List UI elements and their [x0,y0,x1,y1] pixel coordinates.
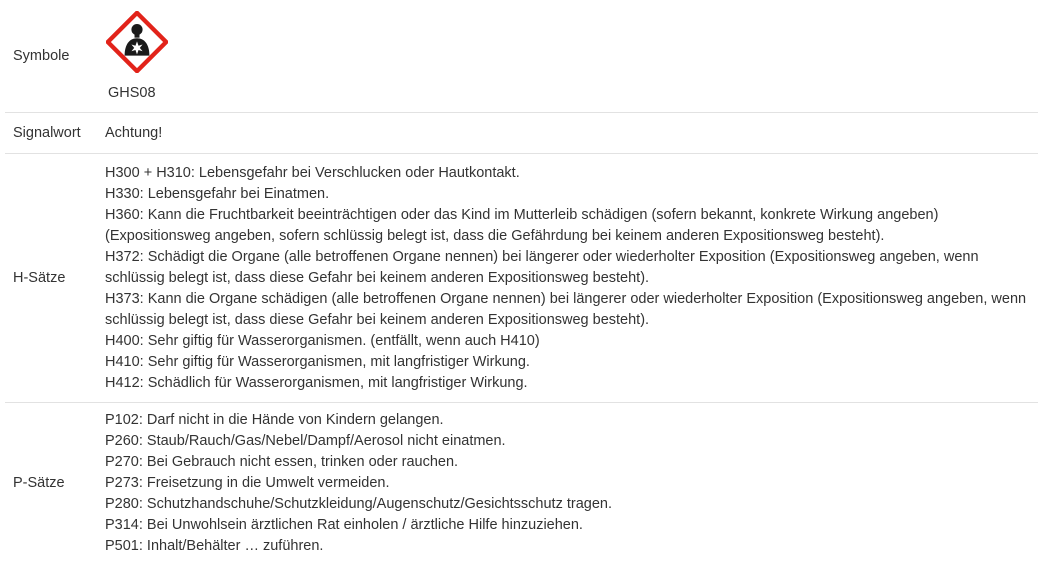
p-statement: P273: Freisetzung in die Umwelt vermeide… [105,474,390,491]
h-saetze-value: H300 + H310: Lebensgefahr bei Verschluck… [105,163,1038,394]
p-statement: P260: Staub/Rauch/Gas/Nebel/Dampf/Aeroso… [105,432,506,449]
row-label-h-saetze: H-Sätze [13,270,66,286]
ghs-caption: GHS08 [108,84,156,101]
p-statement: P501: Inhalt/Behälter … zuführen. [105,537,324,554]
row-h-saetze: H-Sätze H300 + H310: Lebensgefahr bei Ve… [5,154,1038,403]
h-statement: H400: Sehr giftig für Wasserorganismen. … [105,332,540,349]
h-statement-list: H300 + H310: Lebensgefahr bei Verschluck… [105,163,1038,394]
ghs08-health-hazard-icon [106,10,168,73]
row-p-saetze: P-Sätze P102: Darf nicht in die Hände vo… [5,403,1038,563]
p-statement: P102: Darf nicht in die Hände von Kinder… [105,411,444,428]
h-statement: H300 + H310: Lebensgefahr bei Verschluck… [105,164,520,181]
h-statement: H373: Kann die Organe schädigen (alle be… [105,290,1027,328]
p-statement: P270: Bei Gebrauch nicht essen, trinken … [105,453,459,470]
h-statement: H372: Schädigt die Organe (alle betroffe… [105,248,979,286]
h-statement: H410: Sehr giftig für Wasserorganismen, … [105,353,530,370]
symbol-cell: GHS08 [105,9,1038,104]
h-statement: H412: Schädlich für Wasserorganismen, mi… [105,374,528,391]
row-signalwort: Signalwort Achtung! [5,113,1038,154]
row-label-p-saetze: P-Sätze [13,475,65,491]
p-saetze-value: P102: Darf nicht in die Hände von Kinder… [105,410,1038,557]
h-statement: H360: Kann die Fruchtbarkeit beeinträcht… [105,206,939,244]
row-label-symbole: Symbole [13,48,70,64]
p-statement-list: P102: Darf nicht in die Hände von Kinder… [105,410,1038,557]
h-statement: H330: Lebensgefahr bei Einatmen. [105,185,330,202]
row-label-signalwort: Signalwort [13,125,81,141]
p-statement: P280: Schutzhandschuhe/Schutzkleidung/Au… [105,495,613,512]
row-symbole: Symbole GHS08 [5,0,1038,113]
hazard-table: Symbole GHS08 Signalwort Achtung! H-Sätz… [5,0,1038,563]
p-statement: P314: Bei Unwohlsein ärztlichen Rat einh… [105,516,583,533]
signalwort-value: Achtung! [105,124,163,141]
